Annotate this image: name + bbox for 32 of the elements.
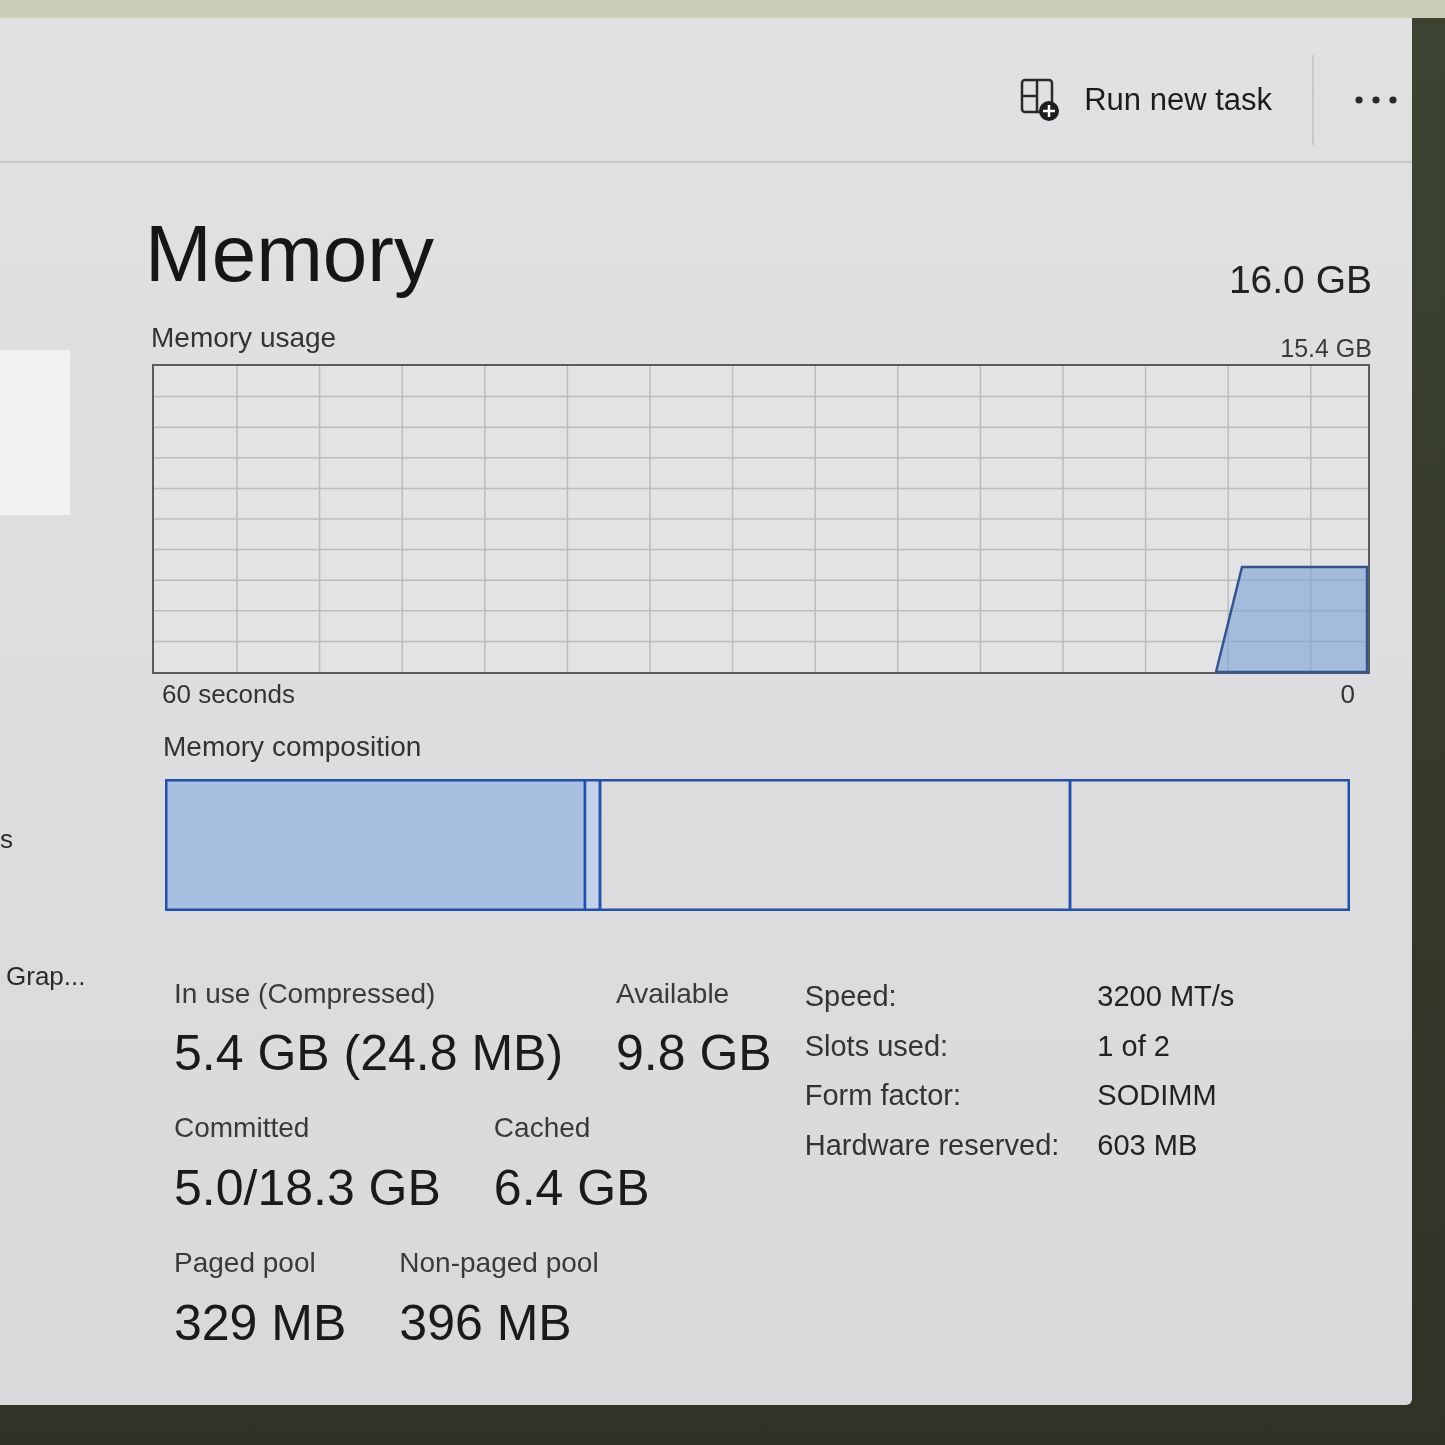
- stat-label: Cached: [493, 1111, 592, 1145]
- time-end-label: 0: [1340, 679, 1355, 711]
- detail-label: Hardware reserved:: [804, 1128, 1060, 1163]
- total-memory: 16.0 GB: [1228, 260, 1372, 299]
- stat-value: 5.0/18.3 GB: [174, 1158, 441, 1218]
- run-new-task-label: Run new task: [1084, 81, 1272, 118]
- composition-title: Memory composition: [162, 730, 422, 764]
- stat-value: 396 MB: [399, 1293, 573, 1353]
- stat-label: Committed: [174, 1111, 311, 1145]
- stat-label: Non-paged pool: [399, 1245, 599, 1280]
- detail-label: Slots used:: [804, 1028, 950, 1064]
- stat-label: Paged pool: [174, 1245, 317, 1280]
- more-icon: [1355, 95, 1397, 104]
- sidebar-item[interactable]: s: [0, 824, 17, 856]
- sidebar-item[interactable]: Grap...: [0, 961, 90, 993]
- stat-value: 5.4 GB (24.8 MB): [174, 1024, 564, 1084]
- stat-value: 9.8 GB: [616, 1024, 772, 1084]
- graph-max-label: 15.4 GB: [1280, 333, 1372, 363]
- stat-label: Available: [616, 976, 731, 1011]
- stat-value: 329 MB: [174, 1293, 347, 1353]
- detail-label: Speed:: [804, 978, 898, 1014]
- detail-label: Form factor:: [804, 1078, 962, 1114]
- run-new-task-button[interactable]: Run new task: [1008, 69, 1284, 130]
- detail-value: 1 of 2: [1097, 1028, 1171, 1064]
- detail-value: 3200 MT/s: [1097, 978, 1235, 1014]
- stat-value: 6.4 GB: [493, 1158, 650, 1218]
- detail-value: 603 MB: [1097, 1128, 1199, 1163]
- stat-label: In use (Compressed): [174, 976, 437, 1011]
- task-window-icon: [1020, 77, 1061, 122]
- time-start-label: 60 seconds: [162, 679, 295, 711]
- graph-title: Memory usage: [151, 321, 337, 355]
- detail-value: SODIMM: [1097, 1078, 1218, 1114]
